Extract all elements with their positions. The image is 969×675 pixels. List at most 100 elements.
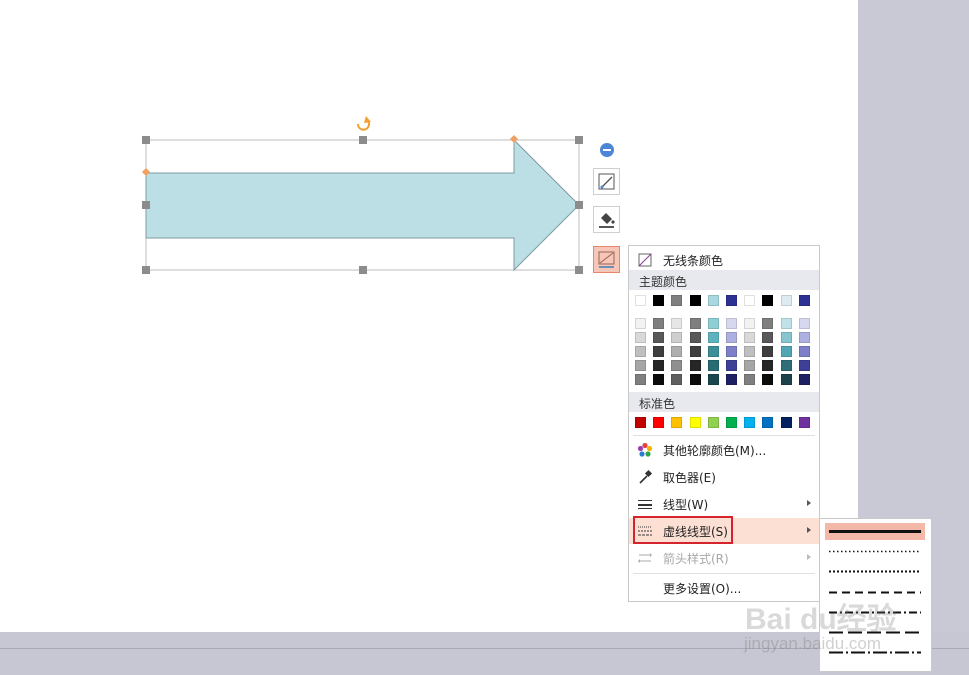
theme-shade-swatch[interactable] — [744, 346, 756, 357]
theme-shade-swatch[interactable] — [707, 318, 719, 329]
shape-style-icon — [598, 173, 615, 190]
theme-shade-swatch[interactable] — [762, 332, 774, 343]
theme-shade-swatch[interactable] — [744, 374, 756, 385]
theme-shade-swatch[interactable] — [798, 360, 810, 371]
arrow-style-label: 箭头样式(R) — [663, 552, 729, 566]
dash-style-option-long-dash-dot[interactable] — [825, 644, 925, 661]
menu-item-eyedropper[interactable]: 取色器(E) — [629, 464, 819, 490]
theme-shade-swatch[interactable] — [689, 318, 701, 329]
handle-middle-left — [142, 201, 150, 209]
theme-color-swatch[interactable] — [744, 295, 756, 306]
theme-color-swatch[interactable] — [726, 295, 737, 306]
handle-bottom-right — [575, 266, 583, 274]
theme-shade-swatch[interactable] — [707, 332, 719, 343]
dash-style-option-dash[interactable] — [825, 584, 925, 601]
adjust-handle-head — [510, 135, 518, 143]
theme-shade-swatch[interactable] — [653, 374, 665, 385]
theme-shade-swatch[interactable] — [798, 318, 810, 329]
theme-shade-swatch[interactable] — [707, 374, 719, 385]
standard-color-swatch[interactable] — [689, 417, 701, 428]
theme-shade-swatch[interactable] — [798, 332, 810, 343]
theme-shade-swatch[interactable] — [744, 360, 756, 371]
theme-shade-swatch[interactable] — [798, 374, 810, 385]
theme-shade-swatch[interactable] — [689, 332, 701, 343]
menu-item-line-style[interactable]: 线型(W) — [629, 491, 819, 517]
theme-shade-swatch[interactable] — [726, 346, 737, 357]
theme-color-swatch[interactable] — [653, 295, 665, 306]
theme-shade-swatch[interactable] — [707, 360, 719, 371]
standard-color-swatch[interactable] — [726, 417, 737, 428]
theme-shade-swatch[interactable] — [726, 360, 737, 371]
theme-shade-swatch[interactable] — [671, 346, 683, 357]
standard-color-swatch[interactable] — [762, 417, 774, 428]
standard-color-swatch[interactable] — [707, 417, 719, 428]
outline-dropdown-menu: 无线条颜色 主题颜色 标准色 其他轮廓颜色(M)... 取色器(E) 线型(W)… — [628, 245, 820, 602]
outline-icon — [598, 251, 615, 268]
dash-style-option-round-dot[interactable] — [825, 543, 925, 560]
handle-top-left — [142, 136, 150, 144]
fill-color-button[interactable] — [593, 206, 620, 233]
theme-shade-swatch[interactable] — [671, 332, 683, 343]
theme-color-swatch[interactable] — [762, 295, 774, 306]
theme-shade-swatch[interactable] — [635, 332, 646, 343]
theme-color-swatch[interactable] — [689, 295, 701, 306]
theme-shade-swatch[interactable] — [653, 318, 665, 329]
standard-color-swatch[interactable] — [744, 417, 756, 428]
theme-shade-swatch[interactable] — [671, 318, 683, 329]
handle-bottom-left — [142, 266, 150, 274]
theme-shade-swatch[interactable] — [689, 374, 701, 385]
theme-shade-swatch[interactable] — [780, 346, 792, 357]
dash-preview-icon — [829, 631, 921, 634]
theme-shade-swatch[interactable] — [653, 332, 665, 343]
standard-color-swatch[interactable] — [780, 417, 792, 428]
theme-shade-swatch[interactable] — [762, 318, 774, 329]
theme-shade-swatch[interactable] — [780, 360, 792, 371]
theme-shade-swatch[interactable] — [780, 374, 792, 385]
standard-color-swatch[interactable] — [653, 417, 665, 428]
collapse-icon[interactable] — [600, 143, 614, 157]
theme-color-swatch[interactable] — [671, 295, 683, 306]
theme-shade-swatch[interactable] — [762, 374, 774, 385]
theme-shade-swatch[interactable] — [762, 360, 774, 371]
standard-color-swatch[interactable] — [798, 417, 810, 428]
theme-shade-swatch[interactable] — [798, 346, 810, 357]
theme-shade-swatch[interactable] — [689, 346, 701, 357]
theme-color-swatch[interactable] — [780, 295, 792, 306]
theme-shade-swatch[interactable] — [744, 332, 756, 343]
theme-color-swatch[interactable] — [635, 295, 646, 306]
theme-shade-swatch[interactable] — [671, 374, 683, 385]
theme-shade-swatch[interactable] — [762, 346, 774, 357]
menu-item-more-settings[interactable]: 更多设置(O)... — [629, 575, 819, 601]
theme-shade-swatch[interactable] — [726, 332, 737, 343]
menu-separator — [633, 573, 815, 574]
theme-color-swatch[interactable] — [707, 295, 719, 306]
theme-shade-swatch[interactable] — [744, 318, 756, 329]
theme-shade-swatch[interactable] — [635, 374, 646, 385]
theme-shade-swatch[interactable] — [653, 360, 665, 371]
dash-style-option-square-dot[interactable] — [825, 563, 925, 580]
shape-style-button[interactable] — [593, 168, 620, 195]
theme-shade-swatch[interactable] — [707, 346, 719, 357]
fill-bucket-icon — [599, 213, 615, 228]
theme-shade-swatch[interactable] — [780, 318, 792, 329]
dash-style-option-solid[interactable] — [825, 523, 925, 540]
theme-shade-swatch[interactable] — [689, 360, 701, 371]
theme-shade-swatch[interactable] — [780, 332, 792, 343]
more-colors-label: 其他轮廓颜色(M)... — [663, 444, 767, 458]
theme-color-swatch[interactable] — [798, 295, 810, 306]
submenu-arrow-icon — [807, 554, 811, 560]
standard-color-swatch[interactable] — [671, 417, 683, 428]
theme-shade-swatch[interactable] — [653, 346, 665, 357]
outline-button[interactable] — [593, 246, 620, 273]
menu-item-more-colors[interactable]: 其他轮廓颜色(M)... — [629, 437, 819, 463]
dash-style-option-long-dash[interactable] — [825, 624, 925, 641]
theme-shade-swatch[interactable] — [635, 360, 646, 371]
theme-shade-swatch[interactable] — [635, 318, 646, 329]
theme-shade-swatch[interactable] — [671, 360, 683, 371]
theme-shade-swatch[interactable] — [726, 374, 737, 385]
dash-style-option-dash-dot[interactable] — [825, 604, 925, 621]
more-settings-label: 更多设置(O)... — [663, 582, 742, 596]
standard-color-swatch[interactable] — [635, 417, 646, 428]
theme-shade-swatch[interactable] — [726, 318, 737, 329]
theme-shade-swatch[interactable] — [635, 346, 646, 357]
